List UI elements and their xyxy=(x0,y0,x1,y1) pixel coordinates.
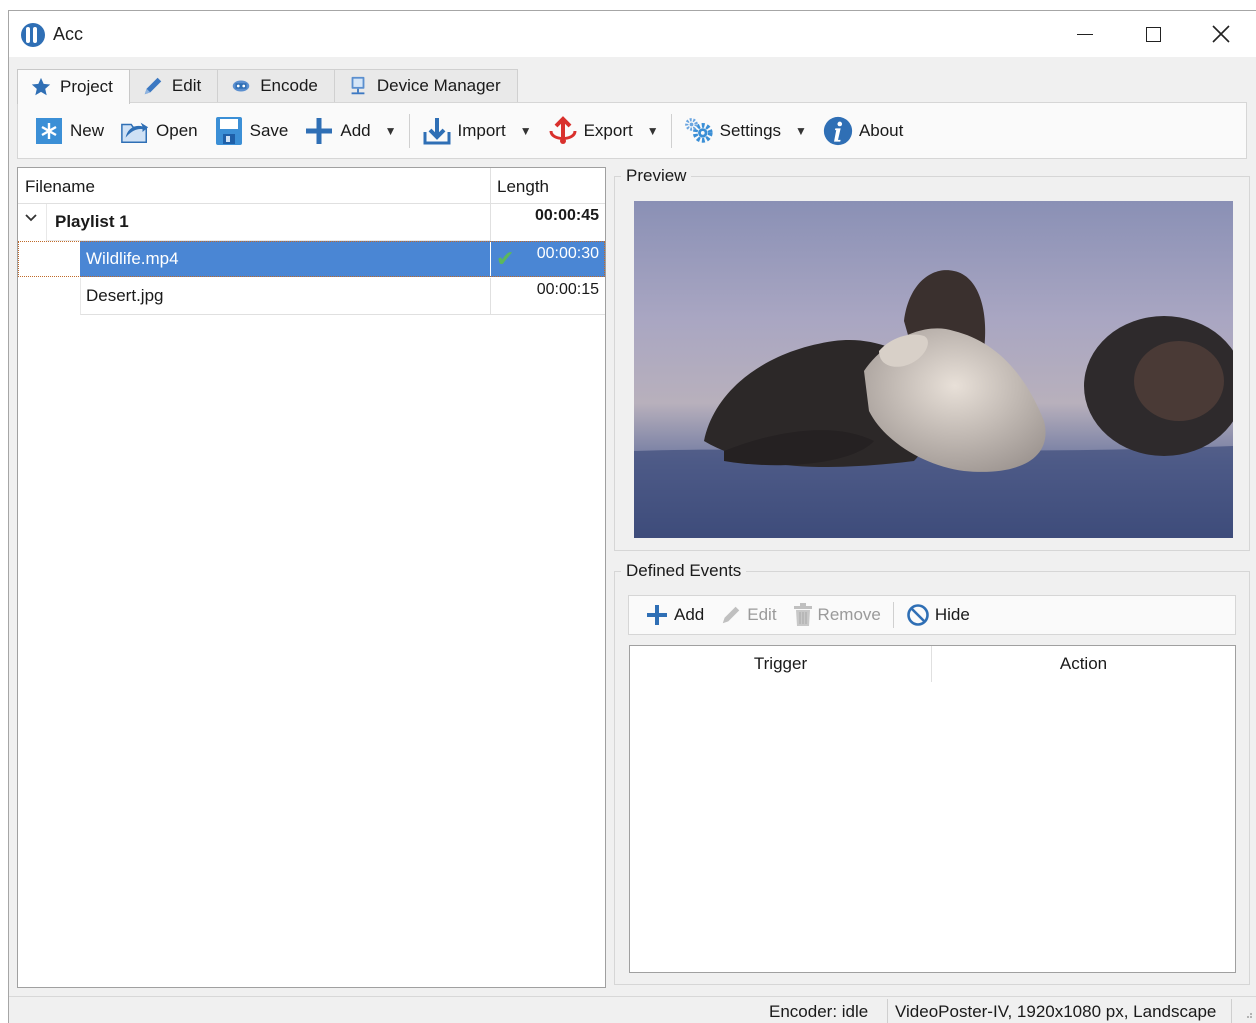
column-header-trigger[interactable]: Trigger xyxy=(630,646,932,682)
playlist-length: 00:00:45 xyxy=(534,207,599,224)
about-button[interactable]: About xyxy=(815,111,911,151)
app-logo-icon xyxy=(21,23,45,47)
dropdown-caret-icon: ▼ xyxy=(795,123,807,138)
open-button[interactable]: Open xyxy=(112,111,206,151)
gear-icon xyxy=(684,116,714,146)
file-list-panel: Filename Length Playlist 1 00:00:45 Wild… xyxy=(17,167,606,988)
app-window: Acc Project Edit Encode Device Manager N… xyxy=(8,10,1256,1023)
toolbar-separator xyxy=(892,602,894,628)
tab-label: Project xyxy=(60,77,113,96)
dropdown-caret-icon: ▼ xyxy=(519,123,532,138)
event-hide-label: Hide xyxy=(934,605,970,624)
file-row-wildlife[interactable]: Wildlife.mp4 ✔ 00:00:30 xyxy=(18,241,605,278)
toolbar-separator xyxy=(670,113,672,148)
minimize-icon xyxy=(1077,33,1093,35)
maximize-button[interactable] xyxy=(1119,11,1187,57)
file-name: Wildlife.mp4 xyxy=(86,249,179,268)
device-icon xyxy=(351,76,365,95)
event-hide-button[interactable]: Hide xyxy=(898,603,978,627)
tab-edit[interactable]: Edit xyxy=(128,69,219,102)
tab-label: Encode xyxy=(260,76,318,95)
dropdown-caret-icon: ▼ xyxy=(384,123,397,138)
event-edit-button[interactable]: Edit xyxy=(712,604,784,626)
encode-icon xyxy=(232,80,250,92)
file-name: Desert.jpg xyxy=(86,286,164,305)
minimize-button[interactable] xyxy=(1051,11,1119,57)
column-header-filename[interactable]: Filename xyxy=(25,177,95,197)
import-icon xyxy=(422,116,452,146)
preview-label: Preview xyxy=(621,166,692,186)
resize-grip-icon[interactable] xyxy=(1243,1009,1253,1019)
about-label: About xyxy=(858,120,904,140)
new-icon xyxy=(34,116,64,146)
status-bar: Encoder: idle VideoPoster-IV, 1920x1080 … xyxy=(9,996,1256,1023)
events-table[interactable]: Trigger Action xyxy=(629,645,1236,973)
tab-device-manager[interactable]: Device Manager xyxy=(333,69,518,102)
file-length: 00:00:15 xyxy=(536,281,599,298)
pencil-icon xyxy=(144,77,162,95)
defined-events-label: Defined Events xyxy=(621,561,747,581)
chevron-down-icon[interactable] xyxy=(24,210,38,227)
playlist-row[interactable]: Playlist 1 00:00:45 xyxy=(18,204,605,241)
export-label: Export xyxy=(583,120,633,140)
save-icon xyxy=(214,116,244,146)
save-label: Save xyxy=(249,120,289,140)
tab-encode[interactable]: Encode xyxy=(217,69,335,102)
no-entry-icon xyxy=(907,604,929,626)
new-button[interactable]: New xyxy=(26,111,112,151)
trash-icon xyxy=(793,603,812,626)
toolbar-separator xyxy=(408,113,410,148)
event-remove-label: Remove xyxy=(817,605,881,624)
add-label: Add xyxy=(340,120,371,140)
star-icon xyxy=(31,77,51,96)
file-row-desert[interactable]: Desert.jpg 00:00:15 xyxy=(18,278,605,315)
status-separator xyxy=(1231,999,1232,1023)
event-add-label: Add xyxy=(674,605,705,624)
open-label: Open xyxy=(156,120,198,140)
playlist-name: Playlist 1 xyxy=(55,212,129,231)
close-icon xyxy=(1212,25,1230,43)
save-button[interactable]: Save xyxy=(206,111,297,151)
events-toolbar: Add Edit Remove Hide xyxy=(628,595,1236,635)
file-list-header: Filename Length xyxy=(18,168,605,204)
close-button[interactable] xyxy=(1187,11,1255,57)
event-add-button[interactable]: Add xyxy=(637,603,712,627)
maximize-icon xyxy=(1145,26,1161,42)
status-separator xyxy=(887,999,888,1023)
tab-project[interactable]: Project xyxy=(17,69,130,104)
settings-label: Settings xyxy=(719,120,782,140)
pencil-icon xyxy=(723,606,740,624)
plus-icon xyxy=(647,605,667,625)
checkmark-icon: ✔ xyxy=(496,246,515,271)
device-status: VideoPoster-IV, 1920x1080 px, Landscape xyxy=(895,1002,1217,1021)
main-toolbar: New Open Save Add ▼ Import ▼ Export ▼ Se… xyxy=(17,102,1247,159)
event-edit-label: Edit xyxy=(747,605,777,624)
tab-label: Device Manager xyxy=(376,76,501,95)
event-remove-button[interactable]: Remove xyxy=(785,603,889,627)
tab-bar: Project Edit Encode Device Manager xyxy=(17,69,518,104)
tab-label: Edit xyxy=(171,76,202,95)
import-button[interactable]: Import ▼ xyxy=(414,111,540,151)
title-bar: Acc xyxy=(9,11,1256,57)
column-header-action[interactable]: Action xyxy=(932,646,1235,682)
new-label: New xyxy=(70,120,105,140)
add-button[interactable]: Add ▼ xyxy=(296,111,404,151)
dropdown-caret-icon: ▼ xyxy=(646,123,659,138)
info-icon xyxy=(823,116,853,146)
export-icon xyxy=(548,115,578,146)
import-label: Import xyxy=(457,120,506,140)
preview-image xyxy=(634,201,1233,538)
app-title: Acc xyxy=(53,24,84,44)
plus-icon xyxy=(304,116,334,146)
file-length: 00:00:30 xyxy=(536,245,599,262)
settings-button[interactable]: Settings ▼ xyxy=(676,111,815,151)
column-header-length[interactable]: Length xyxy=(490,168,605,204)
export-button[interactable]: Export ▼ xyxy=(540,111,667,151)
open-icon xyxy=(120,116,150,146)
encoder-status: Encoder: idle xyxy=(769,1002,869,1021)
